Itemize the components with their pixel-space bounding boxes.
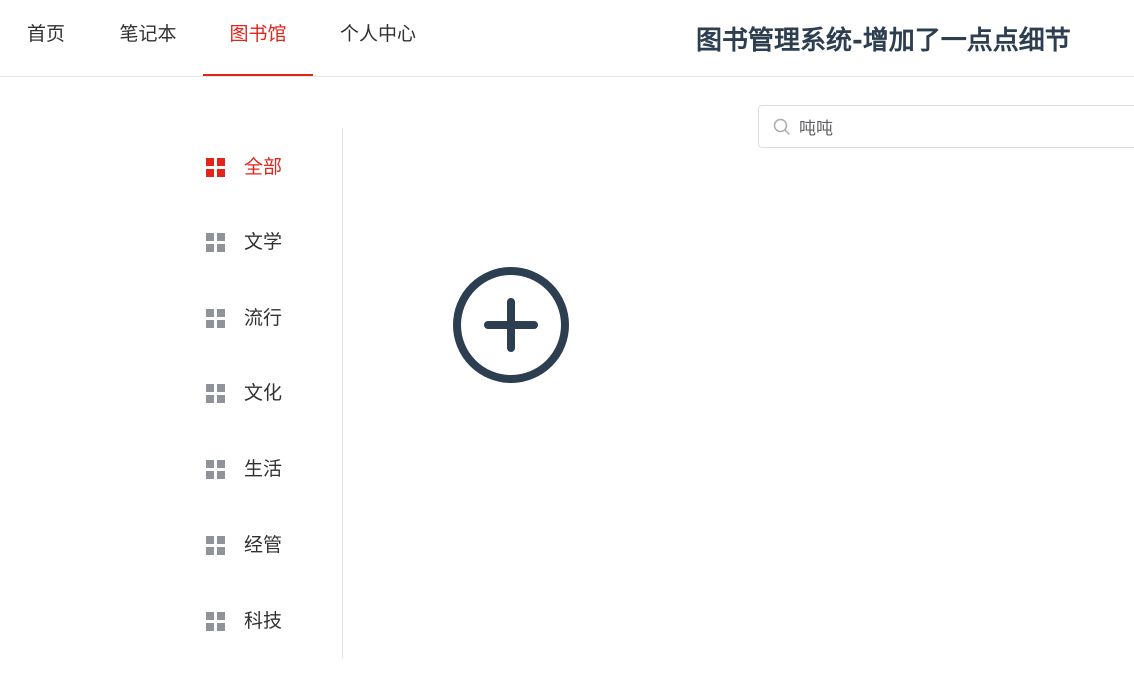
sidebar-item-label: 流行 — [244, 307, 283, 329]
category-sidebar: 全部 文学 流行 文化 生活 经管 科技 — [0, 128, 343, 658]
search-icon — [773, 118, 790, 135]
sidebar-item-life[interactable]: 生活 — [190, 444, 340, 494]
nav-tab-profile[interactable]: 个人中心 — [338, 0, 418, 76]
sidebar-item-technology[interactable]: 科技 — [190, 596, 340, 646]
nav-tab-notebook[interactable]: 笔记本 — [118, 0, 178, 76]
grid-icon — [206, 460, 225, 479]
sidebar-item-literature[interactable]: 文学 — [190, 217, 340, 267]
sidebar-item-label: 文化 — [244, 382, 283, 404]
sidebar-item-label: 生活 — [244, 458, 283, 480]
nav-tab-library[interactable]: 图书馆 — [203, 0, 313, 76]
plus-circle-icon — [453, 267, 569, 383]
top-nav-bar: 首页 笔记本 图书馆 个人中心 图书管理系统-增加了一点点细节 — [0, 0, 1134, 77]
add-book-button[interactable] — [451, 265, 571, 385]
site-title: 图书管理系统-增加了一点点细节 — [696, 26, 1071, 56]
grid-icon — [206, 233, 225, 252]
sidebar-item-label: 经管 — [244, 534, 283, 556]
sidebar-item-popular[interactable]: 流行 — [190, 293, 340, 343]
sidebar-item-label: 全部 — [244, 156, 283, 178]
grid-icon — [206, 158, 225, 177]
sidebar-item-culture[interactable]: 文化 — [190, 368, 340, 418]
nav-tab-home[interactable]: 首页 — [26, 0, 66, 76]
sidebar-item-business[interactable]: 经管 — [190, 520, 340, 570]
search-input[interactable] — [799, 106, 1129, 147]
grid-icon — [206, 536, 225, 555]
sidebar-item-label: 科技 — [244, 610, 283, 632]
sidebar-item-all[interactable]: 全部 — [190, 142, 340, 192]
grid-icon — [206, 384, 225, 403]
grid-icon — [206, 612, 225, 631]
search-box[interactable] — [758, 105, 1134, 148]
sidebar-item-label: 文学 — [244, 231, 283, 253]
grid-icon — [206, 309, 225, 328]
